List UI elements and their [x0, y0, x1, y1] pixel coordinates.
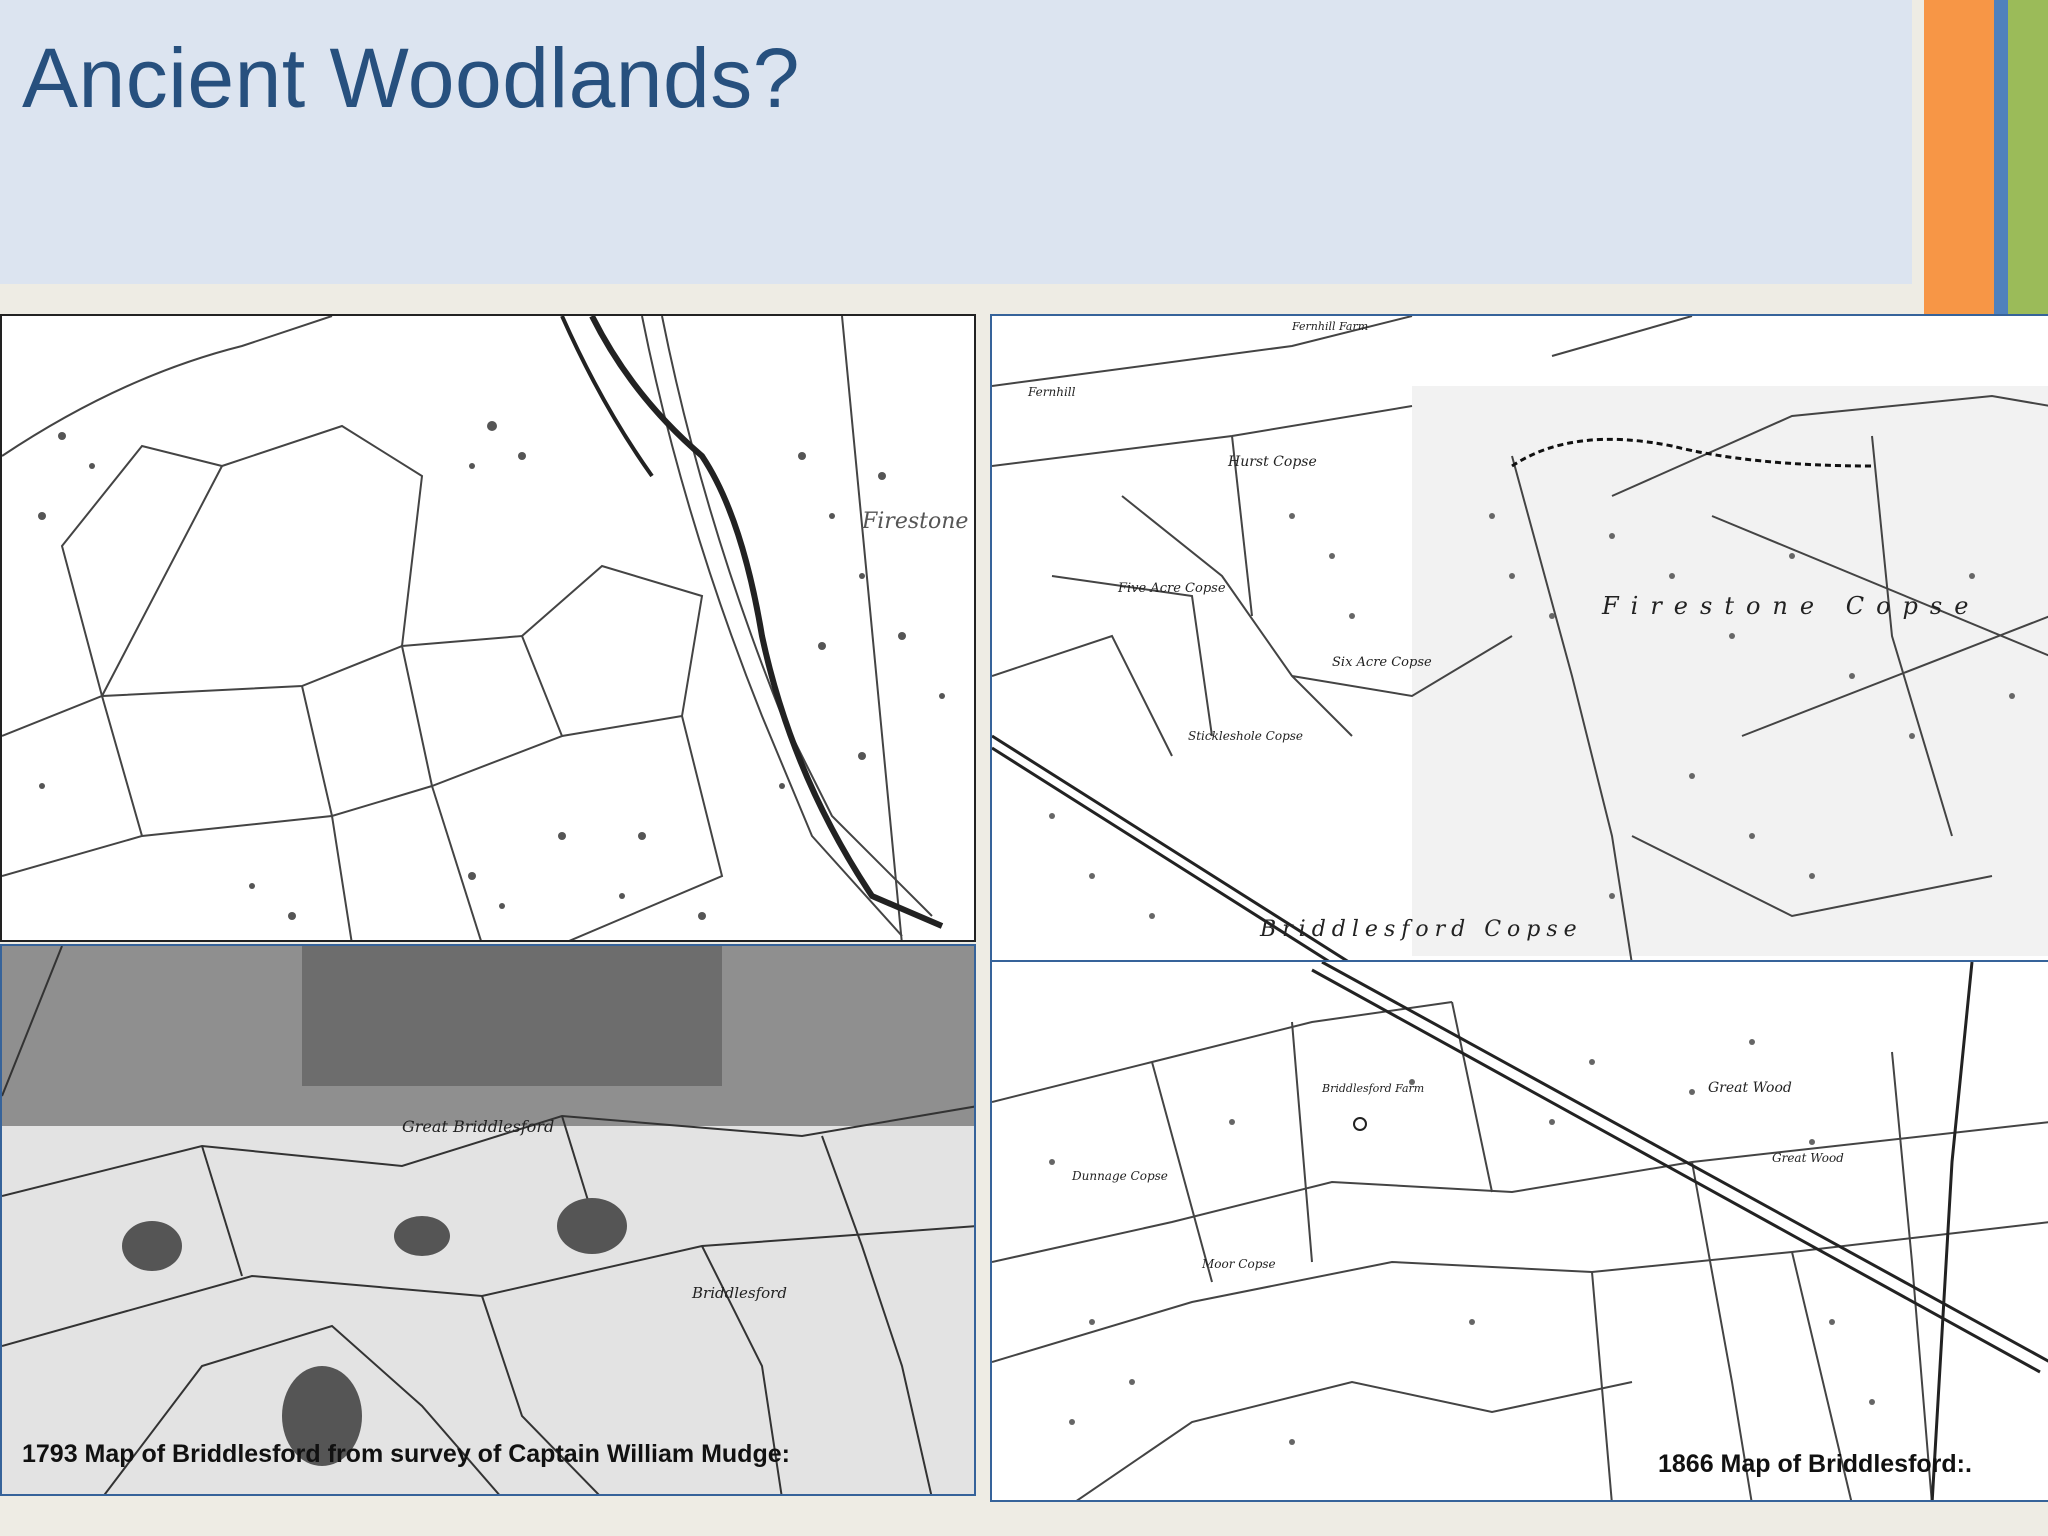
map-1866-top-drawing: Fernhill Farm Fernhill Hurst Copse Five …: [992, 316, 2048, 960]
map-1793-bottom-drawing: Great Briddlesford Briddlesford: [2, 946, 974, 1494]
map-1866-label: Six Acre Copse: [1332, 655, 1432, 670]
map-1793-caption: 1793 Map of Briddlesford from survey of …: [22, 1440, 790, 1468]
slide-title: Ancient Woodlands?: [22, 31, 800, 125]
map-1866-label: Firestone Copse: [1601, 592, 1980, 620]
map-1866-bottom-panel: Great Wood Briddlesford Farm Moor Copse …: [990, 960, 2048, 1502]
map-1866-label: Dunnage Copse: [1071, 1169, 1168, 1183]
map-1866-label: Five Acre Copse: [1117, 581, 1226, 596]
map-1866-bottom-drawing: Great Wood Briddlesford Farm Moor Copse …: [992, 962, 2048, 1500]
map-1866-label: Great Wood: [1772, 1151, 1844, 1165]
map-1866-label: Briddlesford Copse: [1259, 917, 1583, 942]
map-1866-top-panel: Fernhill Farm Fernhill Hurst Copse Five …: [990, 314, 2048, 962]
map-1793-top-panel: Firestone: [0, 314, 976, 942]
accent-bar-green: [2008, 0, 2048, 314]
map-1866-label: Hurst Copse: [1227, 454, 1317, 470]
map-1866-label: Fernhill: [1027, 385, 1076, 399]
map-1793-label: Firestone: [861, 509, 968, 534]
map-1866-caption: 1866 Map of Briddlesford:.: [1658, 1450, 1972, 1478]
map-1793-bottom-panel: Great Briddlesford Briddlesford: [0, 944, 976, 1496]
accent-bar-blue: [1994, 0, 2008, 314]
map-1866-label: Stickleshole Copse: [1188, 729, 1303, 743]
map-1866-label: Moor Copse: [1201, 1257, 1276, 1271]
map-1793-label: Great Briddlesford: [402, 1117, 554, 1136]
map-1866-label: Fernhill Farm: [1291, 320, 1368, 333]
map-1793-top-drawing: Firestone: [2, 316, 968, 940]
map-1793-label: Briddlesford: [691, 1284, 787, 1302]
map-1866-label: Great Wood: [1708, 1080, 1792, 1096]
accent-bar-orange: [1924, 0, 1994, 314]
map-1866-label: Briddlesford Farm: [1321, 1082, 1424, 1095]
